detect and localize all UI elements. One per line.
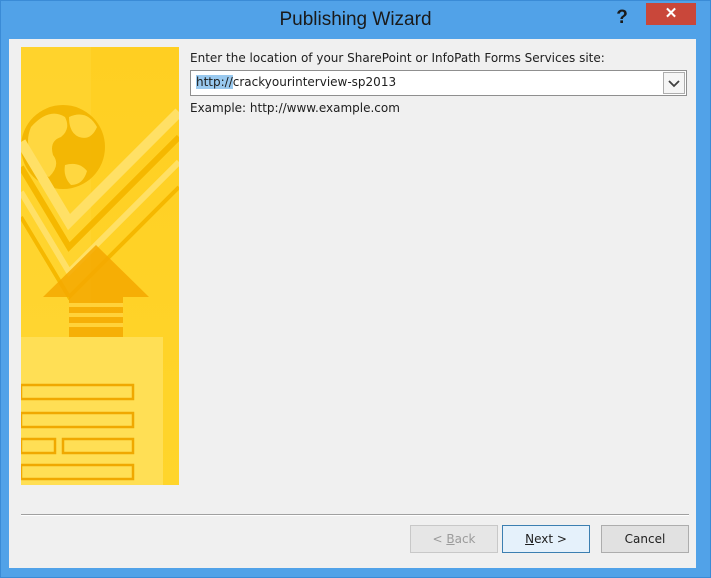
footer-divider [21,514,689,516]
title-bar[interactable]: Publishing Wizard ? ✕ [1,1,710,39]
wizard-content: Enter the location of your SharePoint or… [9,39,696,568]
globe-icon [21,105,105,189]
form-graphic [21,337,163,485]
back-access-key: B [446,532,455,546]
wizard-banner-image [21,47,179,485]
next-access-key: N [525,532,535,546]
window-title: Publishing Wizard [279,9,432,30]
example-url-hint: Example: http://www.example.com [190,101,400,115]
next-rest: ext > [534,532,567,546]
url-dropdown-button[interactable] [663,72,685,94]
chevron-down-icon [668,80,680,88]
back-rest: ack [454,532,476,546]
close-button[interactable]: ✕ [646,3,696,25]
site-url-input[interactable]: http://crackyourinterview-sp2013 [196,74,396,91]
site-url-combobox[interactable]: http://crackyourinterview-sp2013 [190,70,687,96]
site-location-label: Enter the location of your SharePoint or… [190,51,605,65]
next-button[interactable]: Next > [502,525,590,553]
back-button[interactable]: < Back [410,525,498,553]
cancel-button[interactable]: Cancel [601,525,689,553]
publishing-wizard-window: Publishing Wizard ? ✕ Enter the location… [0,0,711,578]
help-button[interactable]: ? [605,5,639,31]
url-selected-text: http:// [196,75,233,89]
back-prefix: < [432,532,447,546]
url-remaining-text: crackyourinterview-sp2013 [232,75,397,89]
